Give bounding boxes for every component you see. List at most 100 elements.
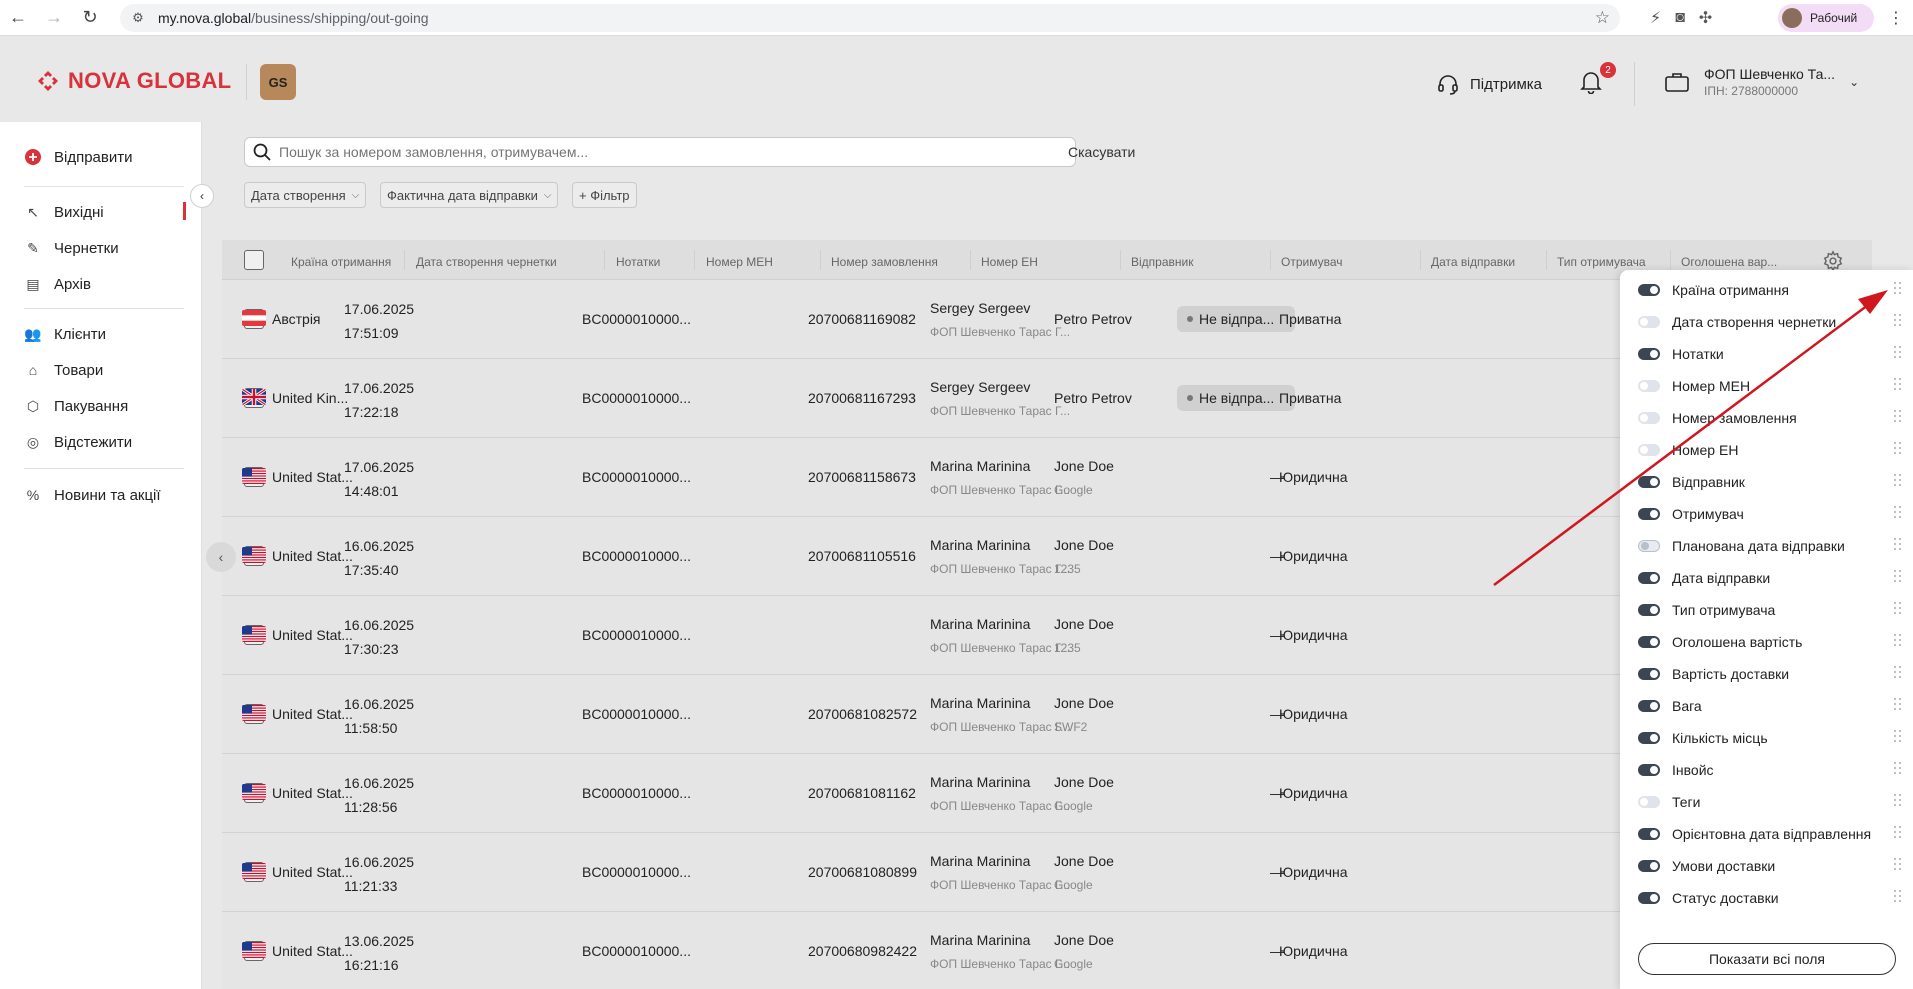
company-badge[interactable]: GS [260,64,296,100]
column-toggle-item[interactable]: Орієнтовна дата відправлення [1638,824,1908,844]
column-header[interactable]: Номер ЕН [981,255,1038,269]
column-toggle-item[interactable]: Планована дата відправки [1638,536,1908,556]
forward-icon[interactable]: → [36,0,72,36]
toggle-switch[interactable] [1638,444,1660,456]
drag-handle-icon[interactable] [1894,890,1902,904]
column-toggle-item[interactable]: Оголошена вартість [1638,632,1908,652]
account-switcher[interactable]: ФОП Шевченко Та... ІПН: 2788000000 ⌄ [1664,66,1859,98]
toggle-switch[interactable] [1638,316,1660,328]
column-header[interactable]: Дата відправки [1431,255,1515,269]
column-header[interactable]: Нотатки [616,255,660,269]
column-toggle-item[interactable]: Вага [1638,696,1908,716]
drag-handle-icon[interactable] [1894,474,1902,488]
toggle-switch[interactable] [1638,508,1660,520]
drag-handle-icon[interactable] [1894,506,1902,520]
drag-handle-icon[interactable] [1894,378,1902,392]
toggle-switch[interactable] [1638,892,1660,904]
drag-handle-icon[interactable] [1894,410,1902,424]
scroll-left-button[interactable]: ‹ [206,542,236,572]
column-toggle-item[interactable]: Нотатки [1638,344,1908,364]
column-header[interactable]: Тип отримувача [1557,255,1646,269]
back-icon[interactable]: ← [0,0,36,36]
toggle-switch[interactable] [1638,540,1660,552]
drag-handle-icon[interactable] [1894,826,1902,840]
toggle-switch[interactable] [1638,380,1660,392]
toggle-switch[interactable] [1638,604,1660,616]
toggle-switch[interactable] [1638,636,1660,648]
browser-menu-icon[interactable]: ⋮ [1888,8,1904,28]
select-all-checkbox[interactable] [244,250,264,270]
column-toggle-item[interactable]: Інвойс [1638,760,1908,780]
show-all-fields-button[interactable]: Показати всі поля [1638,943,1896,975]
toggle-switch[interactable] [1638,732,1660,744]
sidebar-item-goods[interactable]: ⌂ Товари [24,358,184,382]
column-header[interactable]: Оголошена вар... [1681,255,1777,269]
cancel-search-button[interactable]: Скасувати [1068,144,1135,160]
toggle-switch[interactable] [1638,668,1660,680]
drag-handle-icon[interactable] [1894,442,1902,456]
drag-handle-icon[interactable] [1894,602,1902,616]
search-field[interactable] [244,137,1076,167]
site-settings-icon[interactable]: ⚙ [130,10,146,26]
toggle-switch[interactable] [1638,572,1660,584]
drag-handle-icon[interactable] [1894,794,1902,808]
drag-handle-icon[interactable] [1894,730,1902,744]
toggle-switch[interactable] [1638,348,1660,360]
sidebar-item-packaging[interactable]: ⬡ Пакування [24,394,184,418]
column-header[interactable]: Дата створення чернетки [416,255,557,269]
column-toggle-item[interactable]: Статус доставки [1638,888,1908,908]
toggle-switch[interactable] [1638,796,1660,808]
column-toggle-item[interactable]: Вартість доставки [1638,664,1908,684]
column-toggle-item[interactable]: Отримувач [1638,504,1908,524]
column-toggle-item[interactable]: Кількість місць [1638,728,1908,748]
sidebar-item-outgoing[interactable]: ↖ Вихідні [24,200,184,224]
extension-icon[interactable]: ⚡ [1650,8,1661,28]
drag-handle-icon[interactable] [1894,314,1902,328]
camera-icon[interactable]: ◙ [1675,9,1685,27]
drag-handle-icon[interactable] [1894,538,1902,552]
filter-actual-ship-date[interactable]: Фактична дата відправки ⌵ [380,182,559,208]
drag-handle-icon[interactable] [1894,346,1902,360]
bell-icon[interactable] [1580,70,1602,94]
toggle-switch[interactable] [1638,860,1660,872]
column-toggle-item[interactable]: Номер замовлення [1638,408,1908,428]
column-toggle-item[interactable]: Відправник [1638,472,1908,492]
toggle-switch[interactable] [1638,476,1660,488]
drag-handle-icon[interactable] [1894,282,1902,296]
nova-global-logo[interactable]: NOVA GLOBAL [36,68,231,94]
column-toggle-item[interactable]: Номер ЕН [1638,440,1908,460]
column-header[interactable]: Країна отримання [291,255,391,269]
sidebar-item-clients[interactable]: 👥 Клієнти [24,322,184,346]
column-settings-gear-icon[interactable] [1822,250,1844,272]
column-toggle-item[interactable]: Умови доставки [1638,856,1908,876]
toggle-switch[interactable] [1638,412,1660,424]
column-toggle-item[interactable]: Дата відправки [1638,568,1908,588]
reload-icon[interactable]: ↻ [72,0,108,36]
column-toggle-item[interactable]: Країна отримання [1638,280,1908,300]
address-bar[interactable]: ⚙ my.nova.global/business/shipping/out-g… [120,4,1620,32]
sidebar-item-drafts[interactable]: ✎ Чернетки [24,236,184,260]
drag-handle-icon[interactable] [1894,634,1902,648]
sidebar-item-track[interactable]: ◎ Відстежити [24,430,184,454]
drag-handle-icon[interactable] [1894,570,1902,584]
support-button[interactable]: Підтримка [1436,72,1542,96]
sidebar-item-news[interactable]: % Новини та акції [24,483,184,507]
column-header[interactable]: Відправник [1131,255,1193,269]
column-header[interactable]: Отримувач [1281,255,1343,269]
column-toggle-item[interactable]: Тип отримувача [1638,600,1908,620]
toggle-switch[interactable] [1638,700,1660,712]
search-input[interactable] [279,144,1059,160]
column-toggle-item[interactable]: Дата створення чернетки [1638,312,1908,332]
column-header[interactable]: Номер МЕН [706,255,773,269]
column-toggle-item[interactable]: Теги [1638,792,1908,812]
bookmark-star-icon[interactable]: ☆ [1595,8,1610,28]
sidebar-item-archive[interactable]: ▤ Архів [24,272,184,296]
drag-handle-icon[interactable] [1894,858,1902,872]
send-button[interactable]: Відправити [24,145,184,169]
toggle-switch[interactable] [1638,284,1660,296]
drag-handle-icon[interactable] [1894,666,1902,680]
add-filter-button[interactable]: + Фільтр [572,182,637,208]
toggle-switch[interactable] [1638,828,1660,840]
profile-button[interactable]: Рабочий [1778,4,1874,32]
puzzle-icon[interactable]: ✣ [1699,8,1712,28]
